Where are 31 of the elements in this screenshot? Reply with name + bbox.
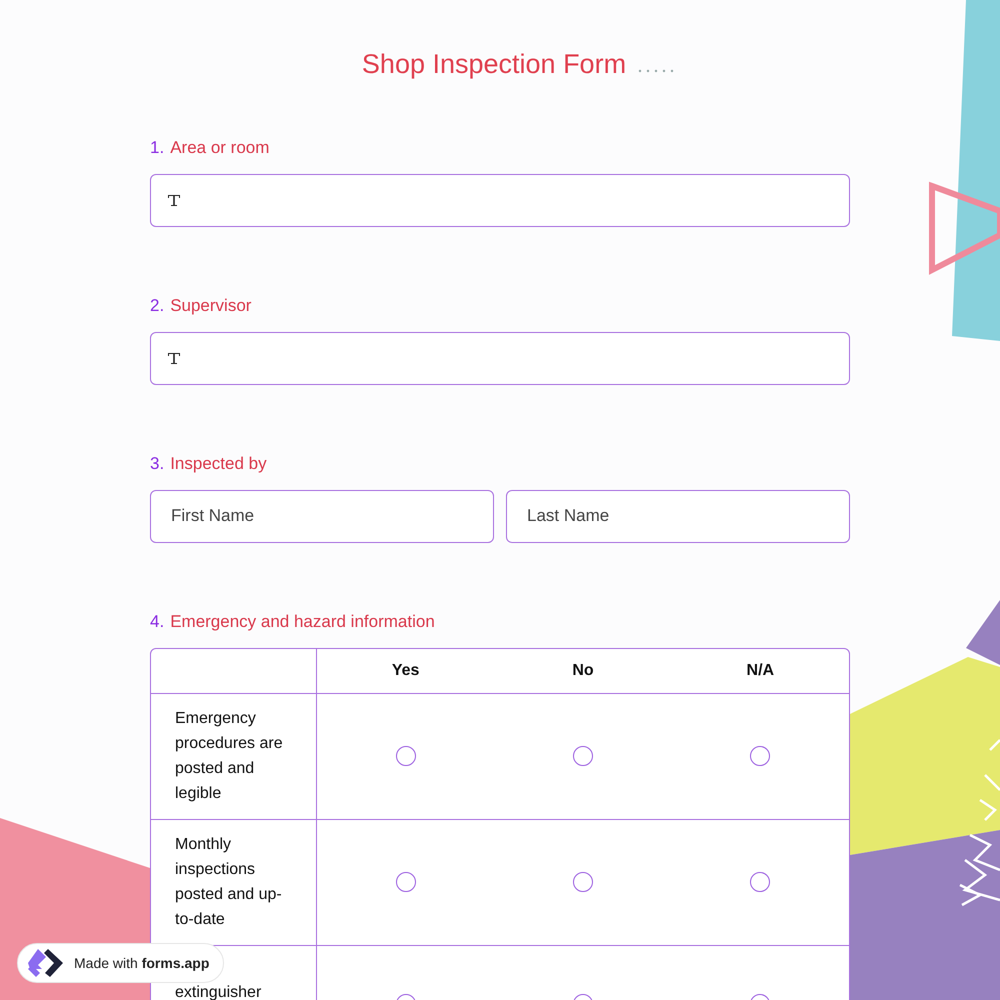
text-type-icon xyxy=(166,350,182,366)
text-input-field[interactable] xyxy=(150,332,850,384)
radio-button[interactable] xyxy=(396,746,416,766)
row-label: extinguisher xyxy=(175,984,262,1000)
text-input-field[interactable] xyxy=(150,174,850,226)
row-label: Monthly inspections posted and up-to-date xyxy=(175,835,283,930)
question-label: Supervisor xyxy=(170,294,252,316)
name-input-field[interactable]: First Name xyxy=(150,490,494,542)
radio-button[interactable] xyxy=(572,746,593,766)
question-number: 3. xyxy=(150,452,164,474)
question-label: Emergency and hazard information xyxy=(170,610,435,632)
radio-button[interactable] xyxy=(750,746,770,766)
radio-button[interactable] xyxy=(572,872,593,892)
row-label: Emergency procedures are posted and legible xyxy=(175,709,284,804)
badge-text: Made with forms.app xyxy=(74,954,210,973)
question-number: 4. xyxy=(150,610,164,632)
column-header: Yes xyxy=(392,660,420,680)
brand-logo-icon xyxy=(26,946,66,980)
name-input-field[interactable]: Last Name xyxy=(506,490,850,542)
column-header: N/A xyxy=(746,660,774,680)
form-title: Shop Inspection Form xyxy=(362,48,626,81)
radio-button[interactable] xyxy=(396,872,416,892)
question-number: 2. xyxy=(150,294,164,316)
question-label: Area or room xyxy=(170,136,270,158)
made-with-badge[interactable]: Made with forms.app xyxy=(17,943,224,983)
triangle-shape xyxy=(966,600,1000,665)
column-header: No xyxy=(572,660,594,680)
text-type-icon xyxy=(166,192,182,208)
question-label: Inspected by xyxy=(170,452,267,474)
question-number: 1. xyxy=(150,136,164,158)
radio-button[interactable] xyxy=(750,872,770,892)
